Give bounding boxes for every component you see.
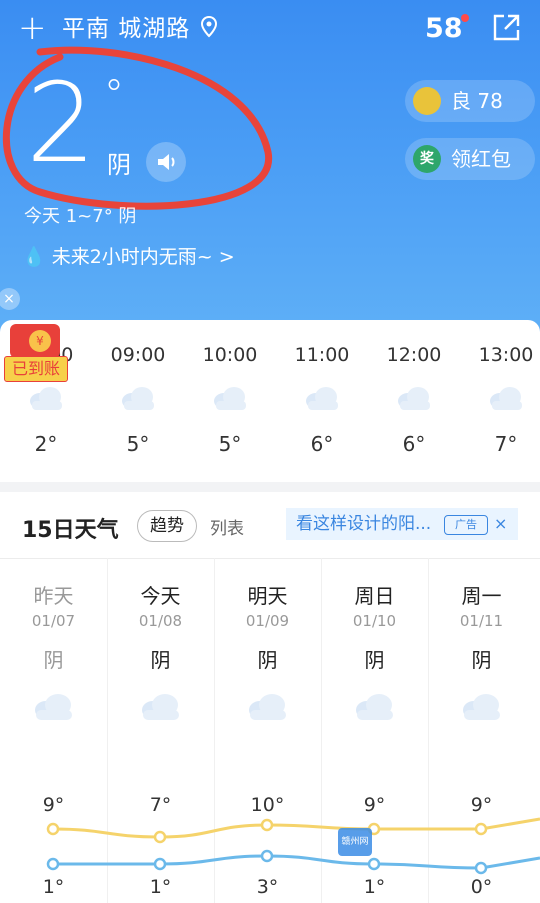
day-name: 周一 bbox=[461, 584, 502, 608]
cloud-icon bbox=[212, 384, 248, 412]
day-column[interactable]: 今天 01/08 阴 7° 1° bbox=[107, 558, 214, 903]
day-name: 明天 bbox=[247, 584, 288, 608]
red-envelope-icon: ¥ bbox=[10, 324, 60, 358]
hour-temp: 6° bbox=[402, 432, 426, 456]
day-separator bbox=[107, 558, 108, 903]
hour-temp: 5° bbox=[126, 432, 150, 456]
today-range: 今天 1~7° 阴 bbox=[24, 206, 137, 227]
hour-time: 11:00 bbox=[294, 344, 350, 366]
leaf-icon bbox=[413, 87, 441, 115]
cloud-icon bbox=[304, 384, 340, 412]
ad-tag: 广告 bbox=[444, 515, 488, 535]
aqi-label: 良 78 bbox=[451, 89, 503, 113]
day-column[interactable]: 昨天 01/07 阴 9° 1° bbox=[0, 558, 107, 903]
day-separator bbox=[321, 558, 322, 903]
hourly-forecast: 08:002°09:005°10:005°11:006°12:006°13:00… bbox=[0, 320, 540, 482]
notification-dot bbox=[460, 14, 469, 22]
day-date: 01/09 bbox=[245, 612, 290, 630]
ad-close-button[interactable]: × bbox=[494, 508, 507, 540]
watermark-logo: 赣州网 bbox=[338, 828, 372, 856]
day-separator bbox=[428, 558, 429, 903]
close-icon[interactable]: × bbox=[0, 288, 20, 310]
day-condition: 阴 bbox=[43, 648, 64, 672]
cloud-icon bbox=[28, 384, 64, 412]
top-bar: + 平南 城湖路 58 bbox=[0, 0, 540, 60]
hour-time: 13:00 bbox=[478, 344, 534, 366]
day-name: 今天 bbox=[140, 584, 181, 608]
current-temperature: 2 bbox=[26, 59, 96, 187]
speaker-button[interactable] bbox=[146, 142, 186, 182]
section-gap bbox=[0, 482, 540, 492]
day-condition: 阴 bbox=[471, 648, 492, 672]
droplet-icon: 💧 bbox=[22, 246, 46, 268]
cloud-icon bbox=[139, 690, 181, 722]
fifteen-day-section: 15日天气 趋势 列表 看这样设计的阳... 广告 × 昨天 01/07 阴 9° 1°… bbox=[0, 492, 540, 903]
hour-temp: 5° bbox=[218, 432, 242, 456]
tab-trend[interactable]: 趋势 bbox=[137, 510, 197, 542]
weather-hero: + 平南 城湖路 58 2 ° 阴 今天 1~7° 阴 💧 未来2小时内无雨~ … bbox=[0, 0, 540, 340]
speaker-icon bbox=[158, 154, 175, 170]
promo-red-packet[interactable]: ¥ 已到账 bbox=[4, 322, 68, 382]
day-high-temp: 7° bbox=[149, 794, 172, 816]
day-date: 01/11 bbox=[459, 612, 504, 630]
hour-temp: 7° bbox=[494, 432, 518, 456]
location-name[interactable]: 平南 城湖路 bbox=[62, 14, 190, 44]
tab-list[interactable]: 列表 bbox=[210, 514, 244, 539]
day-low-temp: 1° bbox=[363, 876, 386, 898]
day-condition: 阴 bbox=[364, 648, 385, 672]
cloud-icon bbox=[353, 690, 395, 722]
badge-58[interactable]: 58 bbox=[425, 12, 469, 46]
promo-label: 已到账 bbox=[4, 356, 68, 382]
hour-time: 10:00 bbox=[202, 344, 258, 366]
prize-icon: 奖 bbox=[413, 145, 441, 173]
plus-icon[interactable]: + bbox=[18, 10, 47, 46]
rain-forecast-text: 未来2小时内无雨~ > bbox=[51, 246, 235, 268]
day-column[interactable]: 周一 01/11 阴 9° 0° bbox=[428, 558, 535, 903]
rain-forecast[interactable]: 💧 未来2小时内无雨~ > bbox=[22, 242, 235, 269]
day-low-temp: 1° bbox=[42, 876, 65, 898]
day-date: 01/10 bbox=[352, 612, 397, 630]
cloud-icon bbox=[488, 384, 524, 412]
day-low-temp: 3° bbox=[256, 876, 279, 898]
hour-temp: 6° bbox=[310, 432, 334, 456]
ad-text: 看这样设计的阳... bbox=[296, 514, 432, 534]
cloud-icon bbox=[120, 384, 156, 412]
ad-banner[interactable]: 看这样设计的阳... 广告 × bbox=[286, 508, 518, 540]
hour-temp: 2° bbox=[34, 432, 58, 456]
cloud-icon bbox=[460, 690, 502, 722]
hour-time: 09:00 bbox=[110, 344, 166, 366]
day-high-temp: 9° bbox=[470, 794, 493, 816]
day-name: 昨天 bbox=[33, 584, 74, 608]
day-name: 周日 bbox=[354, 584, 395, 608]
day-high-temp: 9° bbox=[42, 794, 65, 816]
day-low-temp: 1° bbox=[149, 876, 172, 898]
cloud-icon bbox=[396, 384, 432, 412]
coin-icon: ¥ bbox=[29, 330, 51, 352]
red-packet-label: 领红包 bbox=[451, 147, 511, 171]
red-packet-chip[interactable]: 奖 领红包 bbox=[405, 138, 535, 180]
badge-58-label: 58 bbox=[425, 13, 463, 44]
day-condition: 阴 bbox=[150, 648, 171, 672]
current-condition: 阴 bbox=[107, 151, 131, 179]
day-low-temp: 0° bbox=[470, 876, 493, 898]
day-high-temp: 10° bbox=[250, 794, 285, 816]
day-separator bbox=[214, 558, 215, 903]
aqi-chip[interactable]: 良 78 bbox=[405, 80, 535, 122]
day-high-temp: 9° bbox=[363, 794, 386, 816]
section-title: 15日天气 bbox=[22, 518, 119, 543]
cloud-icon bbox=[246, 690, 288, 722]
day-condition: 阴 bbox=[257, 648, 278, 672]
day-column[interactable]: 明天 01/09 阴 10° 3° bbox=[214, 558, 321, 903]
share-icon[interactable] bbox=[490, 12, 522, 44]
day-date: 01/08 bbox=[138, 612, 183, 630]
hour-time: 12:00 bbox=[386, 344, 442, 366]
location-pin-icon bbox=[200, 16, 218, 38]
cloud-icon bbox=[32, 690, 74, 722]
degree-symbol: ° bbox=[104, 72, 124, 118]
day-date: 01/07 bbox=[31, 612, 76, 630]
